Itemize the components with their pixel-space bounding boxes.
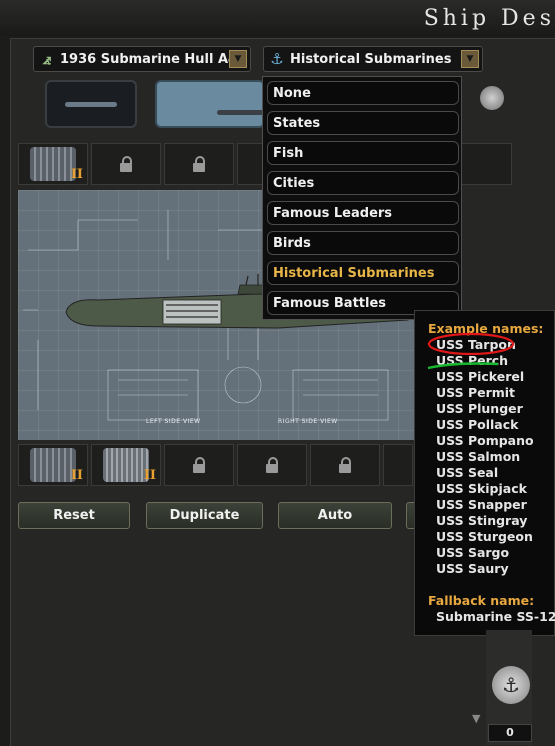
example-name: USS Salmon [436, 449, 521, 464]
tier-label: II [143, 468, 156, 483]
menu-item-historical-submarines[interactable]: Historical Submarines [267, 261, 459, 285]
example-name: USS Skipjack [436, 481, 527, 496]
locked-slot[interactable] [237, 444, 307, 486]
locked-slot[interactable] [164, 143, 234, 185]
chevron-down-icon[interactable]: ▼ [461, 50, 479, 68]
lock-icon [193, 155, 205, 172]
menu-item-none[interactable]: None [267, 81, 459, 105]
module-slot-diesel[interactable]: II [91, 444, 161, 486]
menu-item-famous-leaders[interactable]: Famous Leaders [267, 201, 459, 225]
menu-item-fish[interactable]: Fish [267, 141, 459, 165]
module-slot-engine[interactable]: II [18, 444, 88, 486]
engine-module-icon [30, 147, 76, 181]
sidebar-count: 0 [488, 724, 532, 742]
example-name: USS Pompano [436, 433, 534, 448]
example-name: USS Seal [436, 465, 499, 480]
diesel-engine-icon [103, 448, 149, 482]
locked-slot[interactable] [164, 444, 234, 486]
ship-thumbnail[interactable] [155, 80, 265, 128]
name-list-dropdown[interactable]: ⚓ Historical Submarines ▼ [263, 46, 483, 72]
left-side-view-label: LEFT SIDE VIEW [146, 418, 201, 425]
example-name: USS Saury [436, 561, 509, 576]
example-name: USS Sturgeon [436, 529, 533, 544]
right-sidebar: ⚓ 0 [486, 630, 532, 745]
menu-item-states[interactable]: States [267, 111, 459, 135]
lock-icon [339, 456, 351, 473]
menu-item-birds[interactable]: Birds [267, 231, 459, 255]
auto-button[interactable]: Auto [278, 502, 392, 529]
compass-icon: ⦨ [42, 50, 52, 68]
name-list-menu: None States Fish Cities Famous Leaders B… [262, 76, 462, 320]
example-name: USS Permit [436, 385, 516, 400]
menu-item-cities[interactable]: Cities [267, 171, 459, 195]
hull-thumbnail[interactable] [45, 80, 137, 128]
example-name: USS Snapper [436, 497, 527, 512]
lock-icon [120, 155, 132, 172]
duplicate-button[interactable]: Duplicate [146, 502, 263, 529]
red-circle-annotation [427, 332, 515, 356]
example-name: USS Plunger [436, 401, 523, 416]
locked-slot[interactable] [460, 143, 512, 185]
top-bar: Ship Des [0, 0, 555, 36]
tier-label: II [70, 468, 83, 483]
module-slot-engine[interactable]: II [18, 143, 88, 185]
chevron-down-icon[interactable]: ▼ [229, 50, 247, 68]
window-title: Ship Des [423, 6, 555, 31]
green-underline-annotation [427, 362, 499, 370]
settings-knob-icon[interactable] [480, 86, 504, 110]
name-list-dropdown-label: Historical Submarines [290, 51, 452, 67]
lock-icon [266, 456, 278, 473]
anchor-icon[interactable]: ⚓ [492, 666, 530, 704]
annotation-overlay [427, 332, 515, 370]
locked-slot[interactable] [91, 143, 161, 185]
fallback-name: Submarine SS-123 [436, 609, 555, 624]
hull-dropdown[interactable]: ⦨ 1936 Submarine Hull A4 ▼ [33, 46, 251, 72]
anchor-icon: ⚓ [270, 50, 284, 68]
right-side-view-label: RIGHT SIDE VIEW [278, 418, 338, 425]
scroll-down-icon[interactable]: ▼ [472, 712, 484, 726]
locked-slot[interactable] [383, 444, 413, 486]
example-name: USS Stingray [436, 513, 528, 528]
locked-slot[interactable] [310, 444, 380, 486]
fallback-name-header: Fallback name: [428, 593, 535, 608]
example-name: USS Pollack [436, 417, 519, 432]
hull-dropdown-label: 1936 Submarine Hull A4 [60, 51, 238, 67]
example-name: USS Sargo [436, 545, 510, 560]
reset-button[interactable]: Reset [18, 502, 130, 529]
engine-module-icon [30, 448, 76, 482]
lock-icon [193, 456, 205, 473]
locked-slot[interactable] [237, 143, 263, 185]
tier-label: II [70, 167, 83, 182]
